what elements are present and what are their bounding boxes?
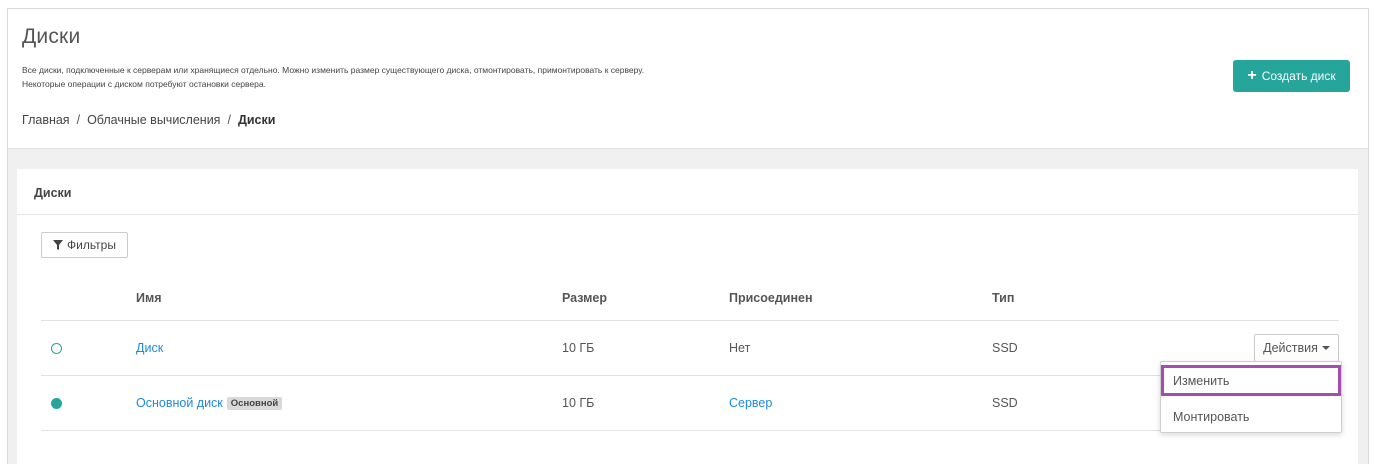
create-disk-button[interactable]: + Создать диск <box>1233 60 1350 92</box>
primary-badge: Основной <box>226 397 283 410</box>
breadcrumb-cloud[interactable]: Облачные вычисления <box>87 113 220 127</box>
disk-type: SSD <box>992 341 1018 355</box>
status-active-icon <box>51 398 62 409</box>
actions-dropdown-button[interactable]: Действия <box>1254 334 1339 362</box>
menu-item-mount[interactable]: Монтировать <box>1161 400 1341 434</box>
disk-name-link[interactable]: Основной диск <box>136 396 223 410</box>
table-header: Имя Размер Присоединен Тип <box>41 281 1339 321</box>
page-header: Диски Все диски, подключенные к серверам… <box>8 9 1368 149</box>
disk-name-cell: Основной диск Основной <box>136 396 283 410</box>
disk-name-link[interactable]: Диск <box>136 341 163 355</box>
description-line-2: Некоторые операции с диском потребуют ос… <box>22 79 266 89</box>
breadcrumb-separator: / <box>76 113 81 127</box>
attached-server-link[interactable]: Сервер <box>729 396 772 410</box>
page-frame: Диски Все диски, подключенные к серверам… <box>7 8 1369 464</box>
breadcrumb-separator: / <box>227 113 231 127</box>
status-inactive-icon <box>51 343 62 354</box>
filters-label: Фильтры <box>67 238 116 252</box>
menu-item-edit[interactable]: Изменить <box>1161 365 1341 396</box>
caret-down-icon <box>1321 346 1330 350</box>
actions-dropdown-menu: Изменить Монтировать <box>1160 361 1342 433</box>
page-title: Диски <box>22 25 81 48</box>
description-line-1: Все диски, подключенные к серверам или х… <box>22 65 645 75</box>
page-description: Все диски, подключенные к серверам или х… <box>22 63 1002 91</box>
filter-icon <box>53 240 64 250</box>
table-row: Диск 10 ГБ Нет SSD Действия <box>41 321 1339 376</box>
column-attached: Присоединен <box>729 291 813 305</box>
filters-button[interactable]: Фильтры <box>41 232 128 258</box>
disks-table: Имя Размер Присоединен Тип Диск 10 ГБ Не… <box>41 281 1339 431</box>
disk-type: SSD <box>992 396 1018 410</box>
disk-size: 10 ГБ <box>562 396 595 410</box>
disks-card: Диски Фильтры Имя Размер Присоединен Тип… <box>17 169 1358 464</box>
disk-size: 10 ГБ <box>562 341 595 355</box>
column-size: Размер <box>562 291 608 305</box>
disk-attached: Нет <box>729 341 751 355</box>
create-disk-label: Создать диск <box>1261 69 1336 83</box>
plus-icon: + <box>1247 67 1257 84</box>
breadcrumb-current: Диски <box>237 113 276 127</box>
card-header: Диски <box>17 169 1358 215</box>
table-row: Основной диск Основной 10 ГБ Сервер SSD <box>41 376 1339 431</box>
column-type: Тип <box>992 291 1015 305</box>
actions-label: Действия <box>1263 341 1318 355</box>
breadcrumb: Главная / Облачные вычисления / Диски <box>22 113 275 127</box>
column-name: Имя <box>136 291 162 305</box>
breadcrumb-home[interactable]: Главная <box>22 113 70 127</box>
card-title: Диски <box>34 186 72 200</box>
